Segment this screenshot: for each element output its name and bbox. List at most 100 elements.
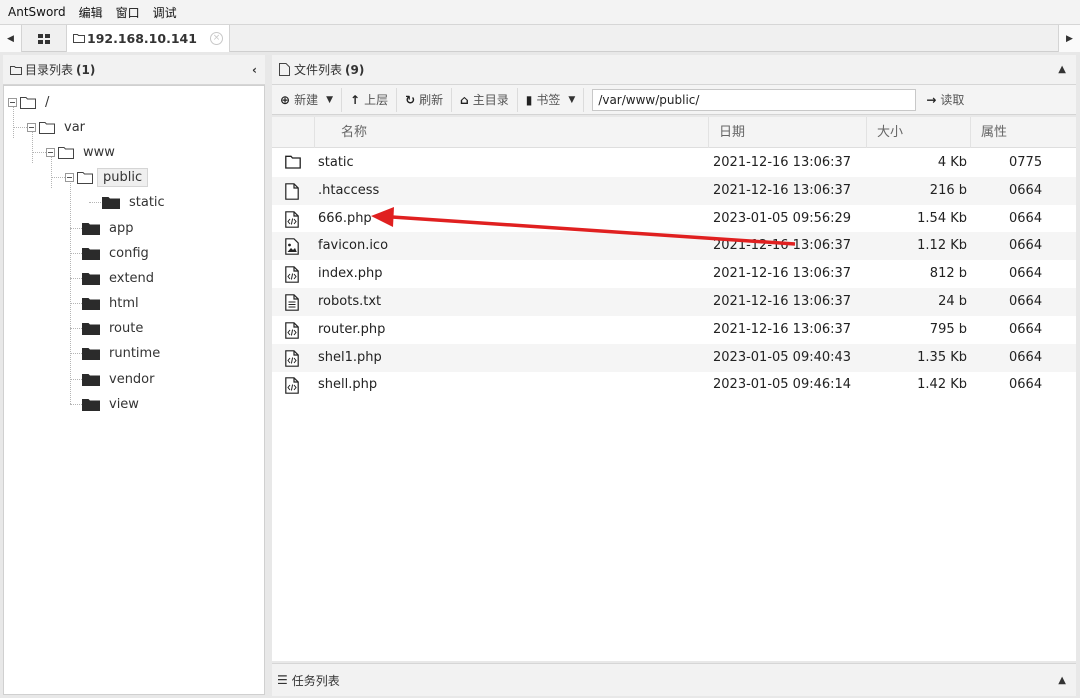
tree-node-label: static <box>129 194 165 210</box>
folder-filled-icon <box>102 196 120 209</box>
file-attr: 0664 <box>1009 294 1043 309</box>
file-row[interactable]: 666.php 2023-01-05 09:56:29 1.54 Kb 0664 <box>272 205 1076 233</box>
folder-filled-icon <box>82 222 100 235</box>
tree-node[interactable]: vendor <box>82 369 159 389</box>
read-button-label: 读取 <box>940 93 965 107</box>
tree-connector-line <box>51 177 65 178</box>
tree-connector-line <box>70 303 82 304</box>
file-row[interactable]: robots.txt 2021-12-16 13:06:37 24 b 0664 <box>272 288 1076 316</box>
file-name: shell.php <box>318 377 378 393</box>
file-row[interactable]: shell.php 2023-01-05 09:46:14 1.42 Kb 0664 <box>272 371 1076 399</box>
tree-node-label: www <box>83 144 115 160</box>
home-button-label: 主目录 <box>472 93 509 107</box>
tree-node[interactable]: static <box>102 192 170 212</box>
tree-node-label: view <box>109 396 139 412</box>
home-button[interactable]: ⌂ 主目录 <box>452 87 518 112</box>
collapse-toggle-icon[interactable] <box>27 122 36 132</box>
bookmark-icon: ▮ <box>525 92 533 107</box>
folder-filled-icon <box>82 398 100 411</box>
collapse-left-icon[interactable]: ‹ <box>252 63 257 77</box>
file-size: 216 b <box>929 182 967 198</box>
tab-bar: ◀ 192.168.10.141 × ▶ <box>0 24 1080 52</box>
code-file-icon <box>285 210 301 228</box>
tree-node[interactable]: config <box>82 243 154 263</box>
tree-connector-line <box>70 253 82 254</box>
code-file-icon <box>285 321 301 339</box>
directory-tree: / var www public static app config extend html ro… <box>3 85 265 695</box>
tree-connector-line <box>70 278 82 279</box>
menu-bar: AntSword 编辑 窗口 调试 <box>0 0 1080 24</box>
file-row[interactable]: static 2021-12-16 13:06:37 4 Kb 0775 <box>272 149 1076 177</box>
tree-node[interactable]: var <box>27 117 90 137</box>
file-attr: 0664 <box>1009 182 1043 198</box>
menu-item-edit[interactable]: 编辑 <box>79 4 103 21</box>
plus-circle-icon: ⊕ <box>280 92 291 107</box>
file-date: 2023-01-05 09:40:43 <box>713 349 852 365</box>
file-row[interactable]: .htaccess 2021-12-16 13:06:37 216 b 0664 <box>272 176 1076 205</box>
tab-host[interactable]: 192.168.10.141 × <box>66 25 230 52</box>
file-grid: 名称 日期 大小 属性 static 2021-12-16 13:06:37 4 K… <box>272 117 1076 661</box>
tab-scroll-right-icon[interactable]: ▶ <box>1058 25 1080 52</box>
file-date: 2021-12-16 13:06:37 <box>713 238 852 254</box>
column-size-header[interactable]: 大小 <box>866 117 970 148</box>
tree-node[interactable]: view <box>82 394 144 414</box>
image-file-icon <box>285 238 301 256</box>
tree-connector-line <box>32 152 46 153</box>
collapse-up-icon[interactable]: ▲ <box>1058 64 1066 75</box>
file-row[interactable]: router.php 2021-12-16 13:06:37 795 b 0664 <box>272 316 1076 344</box>
collapse-toggle-icon[interactable] <box>46 147 55 157</box>
tab-scroll-left-icon[interactable]: ◀ <box>0 25 22 52</box>
tree-node[interactable]: public <box>65 167 149 187</box>
collapse-toggle-icon[interactable] <box>8 97 17 107</box>
tree-node[interactable]: route <box>82 318 148 338</box>
file-attr: 0664 <box>1009 377 1043 393</box>
file-panel-header: 文件列表 (9) ▲ <box>272 55 1076 85</box>
tab-host-label: 192.168.10.141 <box>87 31 197 46</box>
file-name: favicon.ico <box>318 238 389 254</box>
expand-up-icon[interactable]: ▲ <box>1058 675 1066 686</box>
new-button-label: 新建 <box>294 93 319 107</box>
tree-node[interactable]: app <box>82 218 138 238</box>
tree-node-label: html <box>109 295 139 311</box>
folder-icon <box>285 155 301 172</box>
tree-node[interactable]: / <box>8 92 54 112</box>
path-input[interactable] <box>592 88 917 111</box>
file-toolbar: ⊕ 新建 ▼ ↑ 上层 ↻ 刷新 ⌂ 主目录 ▮ 书签 ▼ → 读取 <box>272 85 1076 115</box>
tree-node[interactable]: extend <box>82 268 159 288</box>
column-name-header[interactable]: 名称 <box>314 117 708 148</box>
file-row[interactable]: favicon.ico 2021-12-16 13:06:37 1.12 Kb 066… <box>272 232 1076 261</box>
menu-item-window[interactable]: 窗口 <box>116 4 140 21</box>
file-row[interactable]: shel1.php 2023-01-05 09:40:43 1.35 Kb 0664 <box>272 343 1076 372</box>
new-button[interactable]: ⊕ 新建 ▼ <box>272 87 342 112</box>
tree-node[interactable]: runtime <box>82 343 165 363</box>
folder-filled-icon <box>82 247 100 260</box>
file-date: 2021-12-16 13:06:37 <box>713 294 852 309</box>
read-button[interactable]: → 读取 <box>918 88 972 112</box>
tree-node-label: config <box>109 245 149 261</box>
home-grid-icon[interactable] <box>22 25 66 52</box>
file-attr: 0664 <box>1009 349 1043 365</box>
column-attr-header[interactable]: 属性 <box>970 117 1076 148</box>
collapse-toggle-icon[interactable] <box>65 172 74 182</box>
up-button[interactable]: ↑ 上层 <box>342 87 398 112</box>
folder-filled-icon <box>82 322 100 335</box>
menu-item-debug[interactable]: 调试 <box>153 4 177 21</box>
tree-connector-line <box>70 181 71 404</box>
tree-connector-line <box>70 404 82 405</box>
tree-node[interactable]: www <box>46 142 120 162</box>
file-date: 2023-01-05 09:46:14 <box>713 377 852 393</box>
column-date-header[interactable]: 日期 <box>708 117 866 148</box>
menu-item-antsword[interactable]: AntSword <box>8 5 66 19</box>
bookmark-button[interactable]: ▮ 书签 ▼ <box>518 87 585 112</box>
tree-node[interactable]: html <box>82 293 144 313</box>
file-date: 2023-01-05 09:56:29 <box>713 210 852 226</box>
tree-connector-line <box>70 379 82 380</box>
file-name: .htaccess <box>318 182 380 198</box>
text-file-icon <box>285 294 301 311</box>
refresh-button[interactable]: ↻ 刷新 <box>397 87 453 112</box>
file-row[interactable]: index.php 2021-12-16 13:06:37 812 b 0664 <box>272 260 1076 288</box>
tree-node-label: public <box>97 167 149 187</box>
file-name: 666.php <box>318 210 372 226</box>
tree-connector-line <box>13 127 27 128</box>
close-icon[interactable]: × <box>210 32 223 45</box>
